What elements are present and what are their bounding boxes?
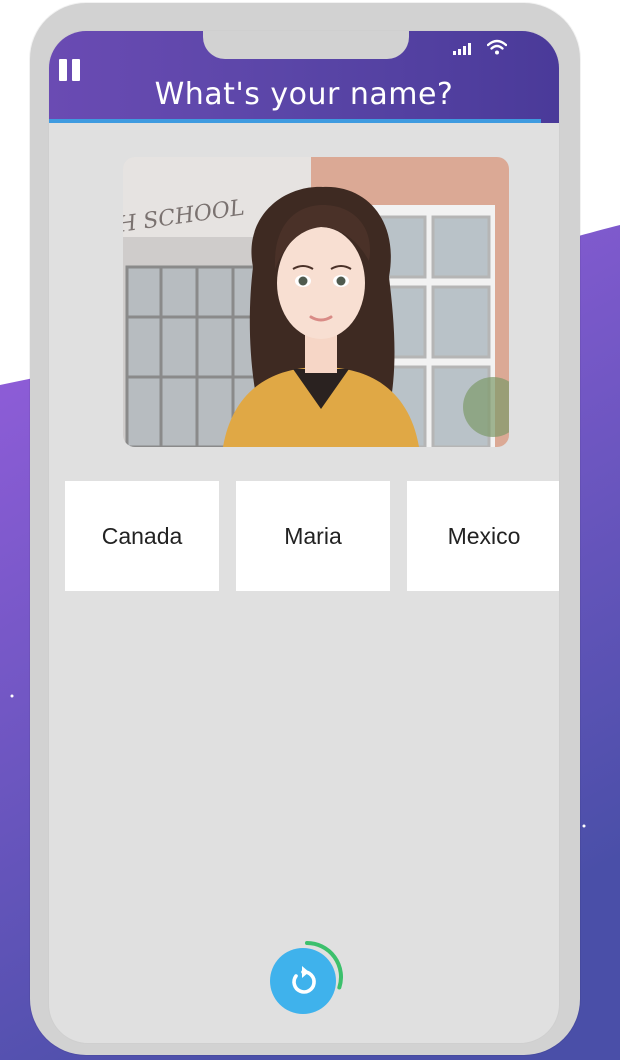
- replay-button[interactable]: [269, 941, 343, 1015]
- signal-icon: [453, 43, 473, 55]
- choice-button-maria[interactable]: Maria: [236, 481, 390, 591]
- choice-button-mexico[interactable]: Mexico: [407, 481, 559, 591]
- phone-notch: [203, 31, 409, 59]
- header-bar: What's your name?: [49, 31, 559, 123]
- app-screen: What's your name? H SCHOOL Canada Maria …: [48, 30, 560, 1044]
- header-accent-line: [49, 119, 541, 123]
- character-scene-image: H SCHOOL: [123, 157, 509, 447]
- wifi-icon: [487, 39, 507, 55]
- page-title: What's your name?: [154, 77, 454, 112]
- choice-button-canada[interactable]: Canada: [65, 481, 219, 591]
